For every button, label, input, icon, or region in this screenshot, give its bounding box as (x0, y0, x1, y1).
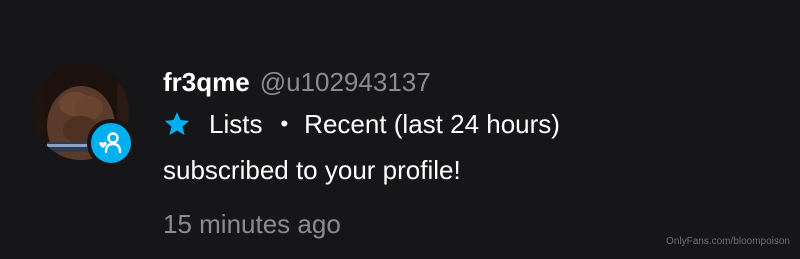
watermark: OnlyFans.com/bloompoison (666, 236, 790, 247)
recent-list-link[interactable]: Recent (last 24 hours) (304, 109, 560, 140)
notification-message: subscribed to your profile! (163, 155, 461, 185)
user-heart-icon (87, 119, 135, 167)
meta-row: Lists • Recent (last 24 hours) (163, 106, 780, 142)
username[interactable]: @u102943137 (260, 67, 431, 98)
display-name[interactable]: fr3qme (163, 67, 250, 98)
notification-content: fr3qme @u102943137 Lists • Recent (last … (163, 64, 780, 242)
avatar-container[interactable] (33, 64, 135, 167)
lists-link[interactable]: Lists (209, 109, 262, 140)
notification-item[interactable]: fr3qme @u102943137 Lists • Recent (last … (0, 0, 800, 259)
star-icon[interactable] (163, 110, 191, 138)
separator-dot: • (280, 111, 289, 136)
name-row: fr3qme @u102943137 (163, 64, 780, 100)
